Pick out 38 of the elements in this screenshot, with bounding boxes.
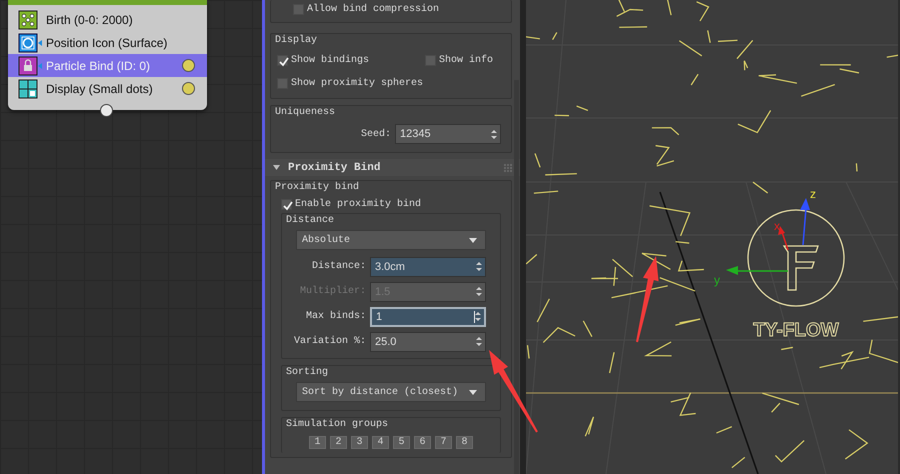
number-field[interactable]: 12345 <box>395 124 501 144</box>
rollout-header[interactable]: Proximity Bind <box>265 159 520 176</box>
operator-row[interactable]: Position Icon (Surface) <box>8 31 207 54</box>
operator-row[interactable]: Particle Bind (ID: 0) <box>8 54 207 77</box>
axis-label: y <box>714 273 720 287</box>
group-button[interactable]: 8 <box>456 436 473 449</box>
group-title: Proximity bind <box>275 181 360 195</box>
checkbox-label: Allow bind compression <box>307 4 440 14</box>
operator-row[interactable]: Display (Small dots) <box>8 77 207 100</box>
group-button[interactable]: 5 <box>393 436 410 449</box>
group-button[interactable]: 7 <box>435 436 452 449</box>
group-title: Display <box>275 34 318 48</box>
field-label: Max binds: <box>306 311 366 322</box>
operator-row[interactable]: Birth (0-0: 2000) <box>8 8 207 31</box>
checkbox-label: Show proximity spheres <box>291 78 424 88</box>
dropdown[interactable]: Sort by distance (closest) <box>296 382 486 402</box>
group-button[interactable]: 6 <box>414 436 431 449</box>
axis-label: z <box>810 187 816 201</box>
number-field[interactable]: 3.0cm <box>370 256 486 276</box>
dropdown[interactable]: Absolute <box>296 230 486 250</box>
group-title: Distance <box>286 214 336 228</box>
group-button[interactable]: 3 <box>351 436 368 449</box>
group-button[interactable]: 4 <box>372 436 389 449</box>
group-title: Uniqueness <box>275 106 336 120</box>
axis-label: x <box>774 219 780 233</box>
checkbox-label: Show bindings <box>291 54 370 66</box>
checkbox-label: Enable proximity bind <box>295 198 422 210</box>
field-label: Variation %: <box>294 336 366 347</box>
group-title: Sorting <box>286 366 330 380</box>
number-field[interactable]: 1 <box>370 306 486 326</box>
number-field[interactable]: 25.0 <box>370 332 486 352</box>
group-button[interactable]: 1 <box>309 436 326 449</box>
logo-text: TY-FLOW <box>753 320 839 341</box>
group-button[interactable]: 2 <box>330 436 347 449</box>
field-label: Distance: <box>312 261 366 272</box>
group-title: Simulation groups <box>286 418 390 432</box>
checkbox-label: Show info <box>439 54 494 66</box>
field-label: Seed: <box>360 128 391 140</box>
